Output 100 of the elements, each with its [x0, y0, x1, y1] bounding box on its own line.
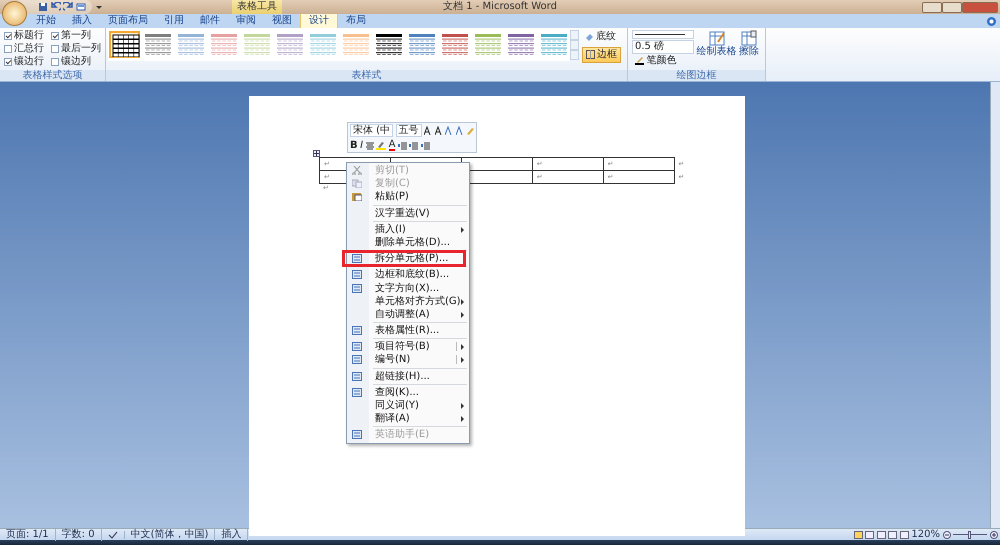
menu-item[interactable]: 单元格对齐方式(G) [347, 294, 469, 308]
slider-thumb[interactable] [968, 530, 971, 538]
scissors-icon [352, 166, 362, 175]
option-checkbox[interactable]: 镶边行 [4, 55, 51, 68]
zoom-level[interactable]: 120% [911, 528, 940, 540]
zoom-out-icon[interactable] [942, 530, 950, 538]
highlighter-icon[interactable] [376, 141, 386, 150]
pen-color-button[interactable]: 笔颜色 [632, 55, 694, 66]
ribbon-tab[interactable]: 邮件 [192, 14, 228, 28]
table-style-thumbnail[interactable] [342, 33, 370, 56]
ribbon-tab[interactable]: 视图 [264, 14, 300, 28]
office-button[interactable] [2, 1, 27, 26]
font-dropdown[interactable]: 宋体 (中 [350, 124, 394, 137]
group-label: 绘图边框 [628, 70, 765, 81]
menu-item[interactable]: 项目符号(B) [347, 340, 469, 354]
ribbon-tab[interactable]: 审阅 [228, 14, 264, 28]
menu-item[interactable]: 拆分单元格(P)... [347, 252, 469, 266]
reading-layout-icon[interactable] [865, 530, 874, 538]
menu-item[interactable]: 文字方向(X)... [347, 282, 469, 295]
option-checkbox[interactable]: 最后一列 [51, 42, 101, 56]
line-style-dropdown[interactable] [632, 30, 694, 39]
copy-icon [352, 179, 362, 188]
redo-icon[interactable] [63, 2, 73, 12]
table-style-thumbnail[interactable] [309, 33, 337, 56]
proofing-icon[interactable] [108, 530, 118, 538]
customize-caret-icon[interactable] [96, 4, 102, 10]
ribbon-button[interactable]: 绘制表格 [696, 30, 736, 68]
option-checkbox[interactable]: 第一列 [51, 30, 101, 43]
menu-item-icon [352, 270, 362, 280]
zoom-in-icon[interactable] [990, 530, 998, 538]
font-color-button[interactable]: A [388, 140, 396, 151]
menu-item-icon [352, 284, 362, 292]
ribbon-tab[interactable]: 布局 [338, 14, 374, 28]
option-checkbox[interactable]: 标题行 [4, 30, 51, 43]
table-style-thumbnail[interactable] [474, 33, 502, 56]
bullets-icon[interactable] [420, 142, 430, 150]
line-weight-dropdown[interactable]: 0.5 磅 [632, 40, 694, 54]
ribbon-tab[interactable]: 页面布局 [100, 14, 156, 28]
clipboard-icon [352, 192, 362, 202]
menu-item[interactable]: 编号(N) [347, 353, 469, 367]
grow-font-icon[interactable] [424, 126, 432, 135]
table-style-thumbnail[interactable] [276, 33, 304, 56]
print-preview-icon[interactable] [76, 2, 86, 12]
option-checkbox[interactable]: 镶边列 [51, 55, 101, 68]
ribbon-tab[interactable]: 引用 [156, 14, 192, 28]
table-style-thumbnail[interactable] [112, 34, 140, 57]
table-style-thumbnail[interactable] [540, 33, 568, 56]
vertical-scrollbar[interactable] [990, 82, 1000, 528]
menu-item[interactable]: 删除单元格(D)... [347, 236, 469, 250]
line-style-icon [635, 33, 685, 36]
menu-item-icon [352, 342, 362, 352]
ribbon-tab[interactable]: 开始 [28, 14, 64, 28]
bold-button[interactable]: B [350, 140, 358, 152]
menu-item[interactable]: 汉字重选(V) [347, 206, 469, 220]
ribbon-tab[interactable]: 插入 [64, 14, 100, 28]
option-checkbox[interactable]: 汇总行 [4, 42, 51, 56]
menu-item[interactable]: 翻译(A) [347, 412, 469, 426]
window-title: 文档 1 - Microsoft Word [443, 0, 557, 14]
web-layout-icon[interactable] [876, 530, 886, 538]
decrease-indent-icon[interactable] [398, 142, 407, 150]
restore-button[interactable] [942, 2, 962, 12]
menu-item-icon [352, 388, 362, 397]
undo-icon[interactable] [50, 2, 60, 12]
menu-item[interactable]: 自动调整(A) [347, 308, 469, 322]
menu-item[interactable]: 边框和底纹(B)... [347, 268, 469, 282]
shrink-font-icon[interactable] [434, 126, 443, 135]
menu-item[interactable]: 粘贴(P) [347, 190, 469, 204]
ribbon-button[interactable]: 底纹 [582, 30, 621, 44]
table-style-thumbnail[interactable] [210, 33, 238, 56]
pen-icon [635, 56, 644, 65]
help-icon[interactable] [987, 17, 996, 26]
menu-item[interactable]: 同义词(Y) [347, 399, 469, 412]
table-style-thumbnail[interactable] [144, 33, 172, 56]
print-layout-icon[interactable] [854, 530, 863, 538]
save-icon[interactable] [38, 2, 48, 12]
ribbon-tab[interactable]: 设计 [300, 13, 338, 28]
table-move-handle-icon[interactable] [313, 150, 320, 157]
outline-icon[interactable] [888, 530, 898, 538]
table-style-thumbnail[interactable] [375, 33, 403, 56]
increase-indent-icon[interactable] [409, 142, 418, 150]
menu-item[interactable]: 查阅(K)... [347, 386, 469, 399]
table-style-thumbnail[interactable] [177, 33, 205, 56]
close-button[interactable] [962, 2, 998, 12]
center-align-icon[interactable] [366, 142, 374, 150]
ribbon-button[interactable]: 擦除 [739, 30, 759, 68]
table-style-thumbnail[interactable] [243, 33, 271, 56]
menu-item[interactable]: 超链接(H)... [347, 370, 469, 383]
menu-item[interactable]: 插入(I) [347, 222, 469, 236]
draft-icon[interactable] [900, 530, 909, 538]
table-style-thumbnail[interactable] [408, 33, 436, 56]
menu-item-icon [352, 355, 362, 364]
italic-button[interactable]: I [360, 140, 364, 152]
ribbon-button[interactable]: 边框 [582, 46, 621, 62]
minimize-button[interactable] [922, 2, 942, 12]
table-style-thumbnail[interactable] [441, 33, 469, 56]
menu-item[interactable]: 表格属性(R)... [347, 324, 469, 338]
font-size-dropdown[interactable]: 五号 [396, 124, 422, 137]
table-style-thumbnail[interactable] [507, 33, 535, 56]
zoom-slider[interactable] [953, 530, 987, 538]
submenu-arrow-icon [461, 226, 464, 233]
